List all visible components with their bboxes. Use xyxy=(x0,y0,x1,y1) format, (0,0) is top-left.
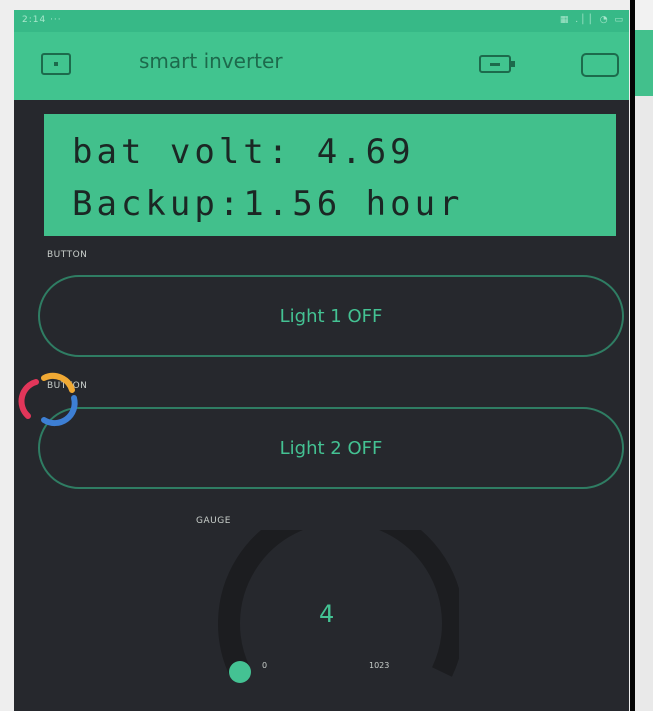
gauge-knob xyxy=(229,661,251,683)
gauge-label: GAUGE xyxy=(196,516,231,526)
status-time: 2:14 ··· xyxy=(22,15,62,25)
status-icons: ▦ .││ ◔ ▭ xyxy=(559,15,625,25)
battery-icon[interactable] xyxy=(479,55,515,73)
gauge-track xyxy=(218,530,459,677)
light-2-button[interactable]: Light 2 OFF xyxy=(38,407,624,489)
lcd-display: bat volt: 4.69 Backup:1.56 hour xyxy=(44,114,616,236)
light-1-button[interactable]: Light 1 OFF xyxy=(38,275,624,357)
app-title: smart inverter xyxy=(139,49,283,73)
status-bar: 2:14 ··· ▦ .││ ◔ ▭ xyxy=(14,10,629,32)
button-1-label: BUTTON xyxy=(47,250,88,260)
lcd-line-1: bat volt: 4.69 xyxy=(72,132,415,172)
device-icon[interactable] xyxy=(41,53,71,75)
loading-spinner-icon xyxy=(18,372,78,427)
gauge-value: 4 xyxy=(319,600,335,628)
lcd-line-2: Backup:1.56 hour xyxy=(72,184,464,224)
gauge-min: 0 xyxy=(262,661,268,670)
adjacent-screen-edge xyxy=(635,0,653,711)
light-1-button-text: Light 1 OFF xyxy=(279,305,383,327)
app-header: smart inverter xyxy=(14,32,629,100)
square-icon[interactable] xyxy=(581,53,619,77)
app-screen: 2:14 ··· ▦ .││ ◔ ▭ smart inverter bat vo… xyxy=(14,10,629,711)
gauge-max: 1023 xyxy=(369,661,390,670)
light-2-button-text: Light 2 OFF xyxy=(279,437,383,459)
